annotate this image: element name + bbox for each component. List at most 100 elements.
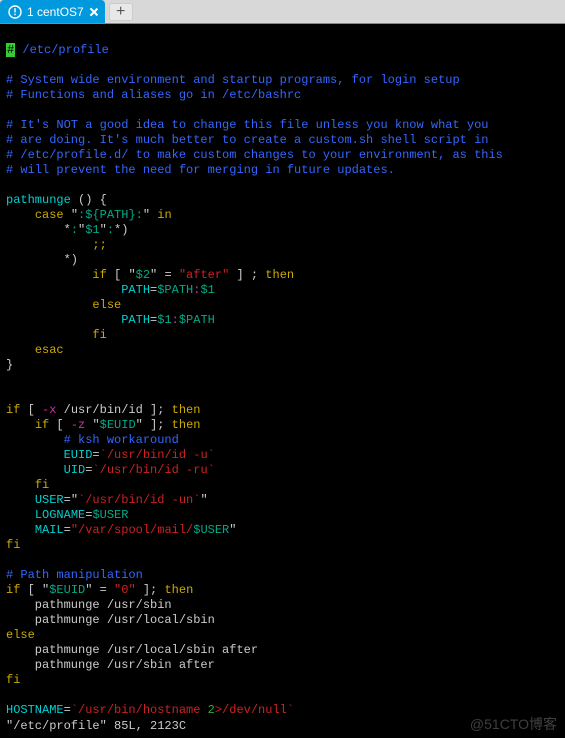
var: EUID <box>64 448 93 462</box>
var: $1 <box>200 283 214 297</box>
code: () { <box>71 193 107 207</box>
cmd: /usr/bin/id -ru <box>100 463 208 477</box>
comment: # Path manipulation <box>6 568 143 582</box>
var: MAIL <box>35 523 64 537</box>
code: : <box>136 208 143 222</box>
var: $EUID <box>100 418 136 432</box>
var: LOGNAME <box>35 508 85 522</box>
cmd: >/dev/null <box>215 703 287 717</box>
kw: if <box>6 403 20 417</box>
kw: then <box>164 583 193 597</box>
kw: if <box>35 418 49 432</box>
code: : <box>172 313 179 327</box>
code: [ <box>20 403 42 417</box>
var: $PATH <box>157 283 193 297</box>
code: = <box>157 268 179 282</box>
tab-label: 1 centOS7 <box>27 5 84 19</box>
code: [ <box>20 583 42 597</box>
comment: # will prevent the need for merging in f… <box>6 163 395 177</box>
str: "/var/spool/mail/ <box>71 523 193 537</box>
kw: esac <box>35 343 64 357</box>
cmd: /usr/bin/id -u <box>107 448 208 462</box>
code: : <box>107 223 114 237</box>
flag: -z <box>71 418 85 432</box>
code: ]; <box>143 583 165 597</box>
flag: -x <box>42 403 56 417</box>
code: ] ; <box>229 268 265 282</box>
tab-bar: 1 centOS7 + <box>0 0 565 24</box>
kw: case <box>35 208 64 222</box>
code: ` <box>100 448 107 462</box>
code: } <box>6 358 13 372</box>
var: $PATH <box>179 313 215 327</box>
kw: then <box>265 268 294 282</box>
tab-session-1[interactable]: 1 centOS7 <box>0 0 105 23</box>
code: ` <box>71 703 78 717</box>
kw: fi <box>6 673 20 687</box>
code: ` <box>208 463 215 477</box>
code: pathmunge /usr/sbin after <box>6 658 215 672</box>
alert-icon <box>8 5 22 19</box>
watermark: @51CTO博客 <box>470 717 557 732</box>
code: " <box>200 493 207 507</box>
kw: else <box>6 628 35 642</box>
code: pathmunge /usr/local/sbin <box>6 613 215 627</box>
code: " <box>100 223 107 237</box>
var: PATH <box>121 313 150 327</box>
var: HOSTNAME <box>6 703 64 717</box>
var: USER <box>35 493 64 507</box>
code: " <box>128 268 135 282</box>
code: ]; <box>150 418 172 432</box>
code: ;; <box>92 238 106 252</box>
code: = <box>92 583 114 597</box>
code: = <box>92 448 99 462</box>
code: [ <box>49 418 71 432</box>
kw: fi <box>35 478 49 492</box>
code: ` <box>208 448 215 462</box>
code <box>143 418 150 432</box>
kw: fi <box>92 328 106 342</box>
kw: if <box>6 583 20 597</box>
close-icon[interactable] <box>89 7 99 17</box>
var: $1 <box>85 223 99 237</box>
fd: 2 <box>208 703 215 717</box>
code: * <box>64 223 71 237</box>
new-tab-button[interactable]: + <box>109 3 133 21</box>
str: "0" <box>114 583 136 597</box>
code: pathmunge <box>6 193 71 207</box>
code: = <box>64 523 71 537</box>
code: ` <box>287 703 294 717</box>
kw: in <box>157 208 171 222</box>
cmd: /usr/bin/id -un <box>85 493 193 507</box>
kw: if <box>92 268 106 282</box>
var: PATH <box>121 283 150 297</box>
code: ]; <box>150 403 172 417</box>
cursor-block: # <box>6 43 15 57</box>
kw: fi <box>6 538 20 552</box>
code: " <box>229 523 236 537</box>
terminal-viewport[interactable]: # /etc/profile # System wide environment… <box>0 24 565 738</box>
kw: then <box>172 403 201 417</box>
code: = <box>64 703 71 717</box>
code: pathmunge /usr/local/sbin after <box>6 643 258 657</box>
code: " <box>143 208 157 222</box>
var: $EUID <box>49 583 85 597</box>
code <box>136 583 143 597</box>
code: " <box>64 208 78 222</box>
vim-status-line: "/etc/profile" 85L, 2123C <box>6 719 186 734</box>
var: $1 <box>157 313 171 327</box>
code: " <box>71 493 78 507</box>
file-path-comment: /etc/profile <box>15 43 109 57</box>
var: $USER <box>193 523 229 537</box>
code: " <box>136 418 143 432</box>
var: UID <box>64 463 86 477</box>
cmd: /usr/bin/hostname <box>78 703 208 717</box>
code: ` <box>92 463 99 477</box>
code: = <box>64 493 71 507</box>
var: $2 <box>136 268 150 282</box>
comment: # ksh workaround <box>64 433 179 447</box>
var: ${PATH} <box>85 208 135 222</box>
comment: # are doing. It's much better to create … <box>6 133 488 147</box>
kw: then <box>172 418 201 432</box>
kw: else <box>92 298 121 312</box>
